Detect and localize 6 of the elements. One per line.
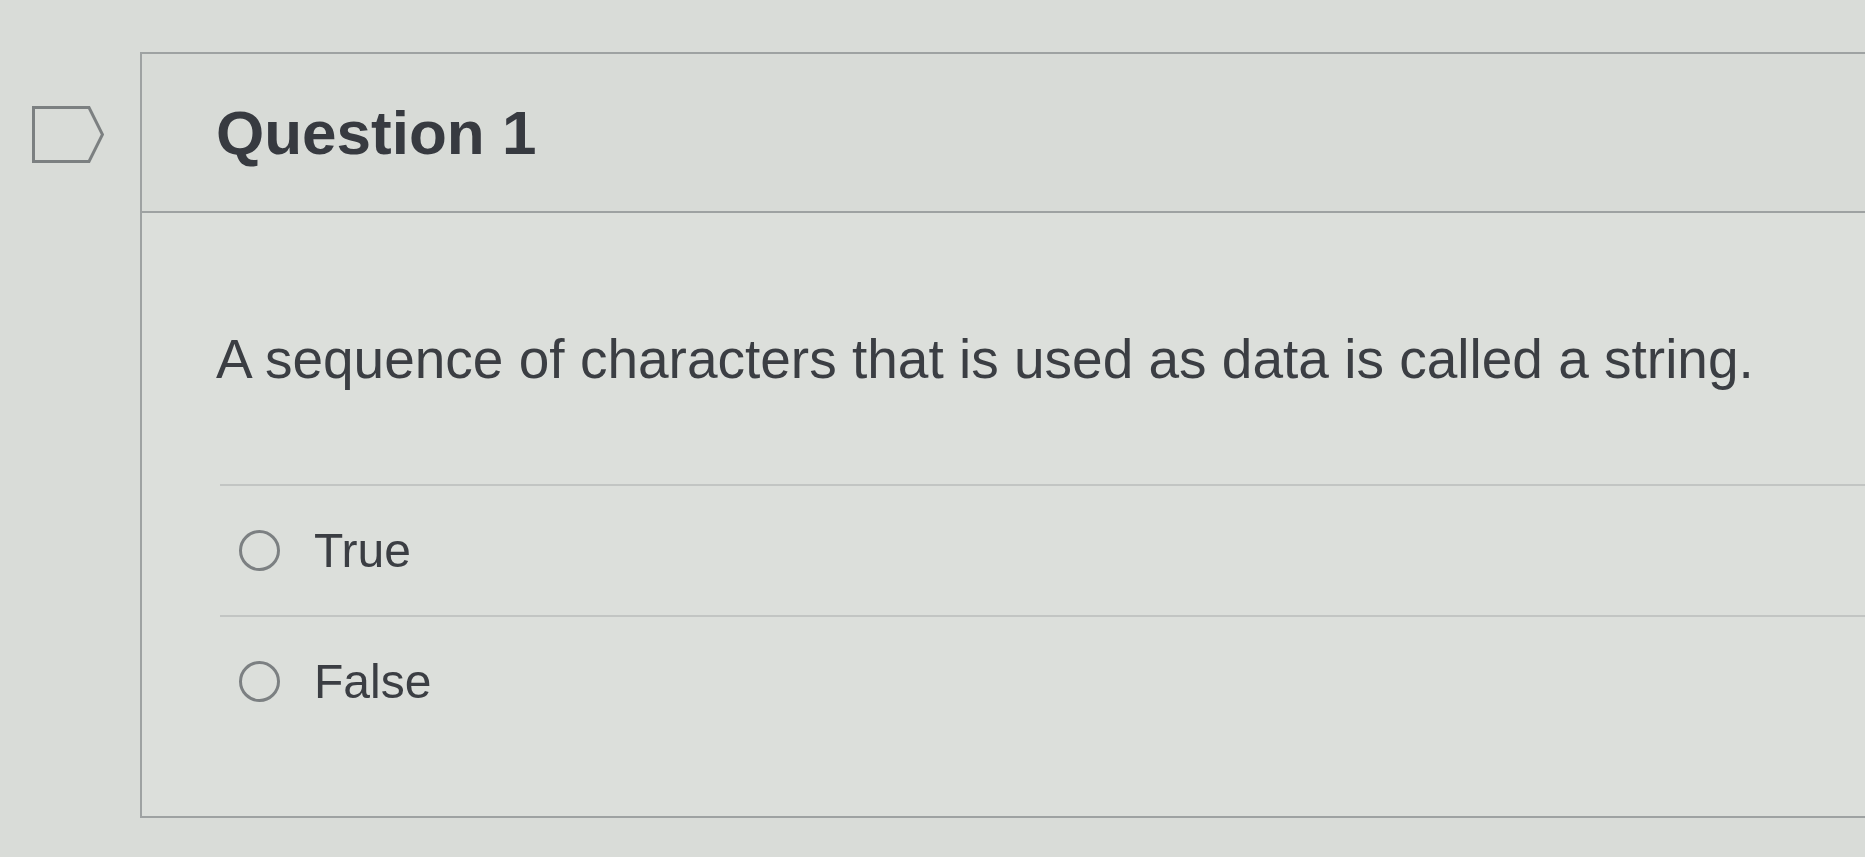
option-label[interactable]: True (314, 522, 411, 579)
tag-icon[interactable] (32, 106, 104, 163)
radio-button[interactable] (239, 661, 280, 702)
option-label[interactable]: False (314, 653, 432, 710)
radio-button[interactable] (239, 530, 280, 571)
question-text: A sequence of characters that is used as data is called a string. (216, 327, 1754, 391)
